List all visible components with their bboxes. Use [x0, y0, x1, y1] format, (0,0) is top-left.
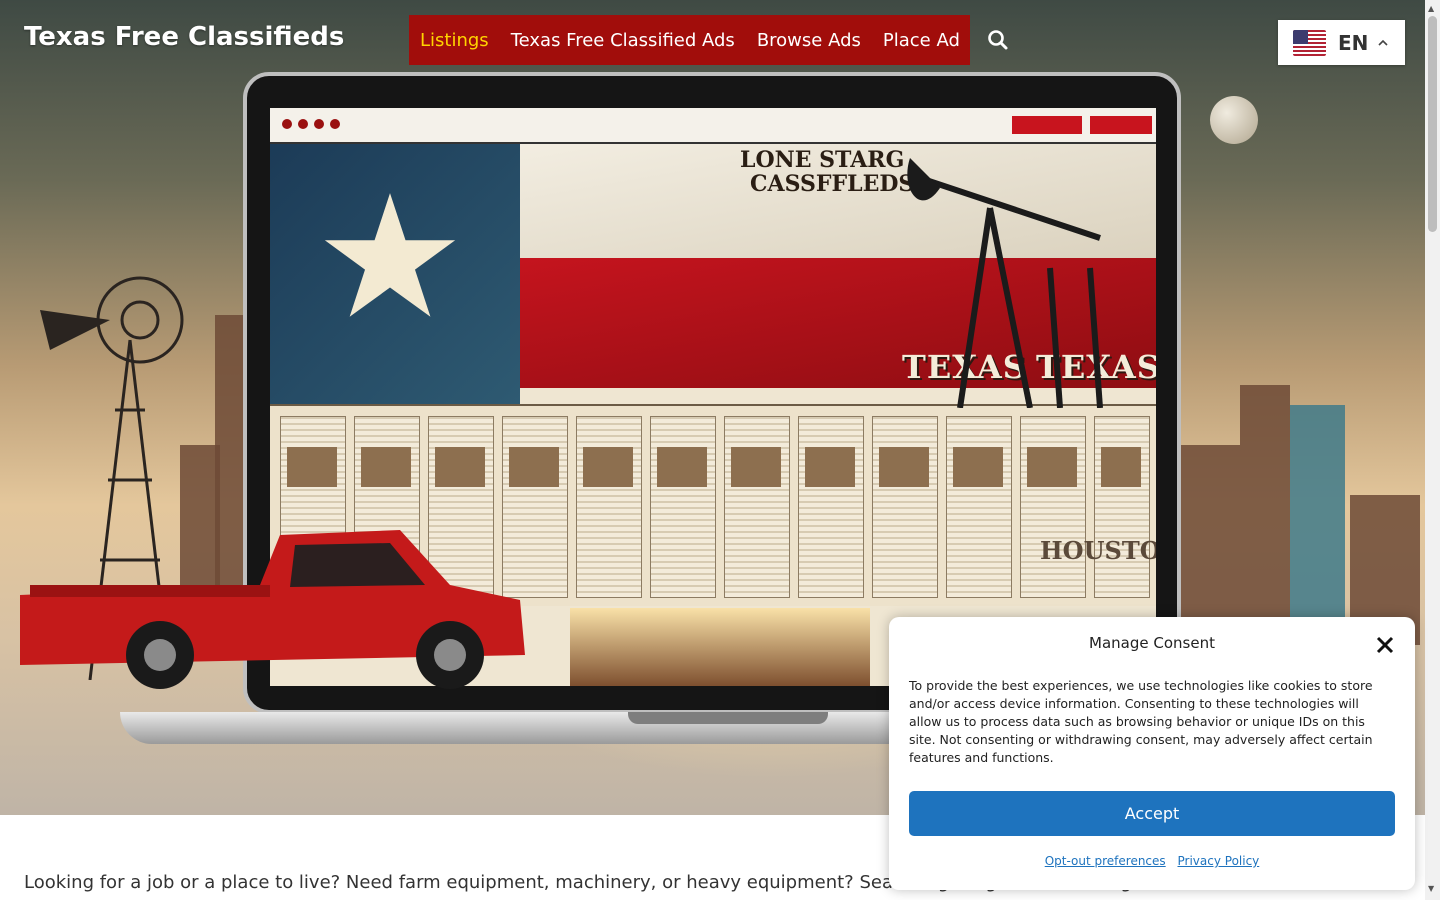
moon-graphic [1210, 96, 1258, 144]
nav-item-listings[interactable]: Listings [420, 30, 489, 51]
scrollbar-thumb[interactable] [1428, 16, 1437, 232]
screen-headline: LONE STARG CASSFFLEDS [740, 147, 915, 197]
pickup-truck-graphic [20, 530, 525, 689]
oil-pump-icon [907, 158, 1103, 408]
language-switcher[interactable]: EN [1278, 20, 1405, 65]
close-icon[interactable] [1375, 635, 1395, 655]
site-title[interactable]: Texas Free Classifieds [24, 22, 344, 52]
consent-message: To provide the best experiences, we use … [909, 678, 1373, 765]
search-icon[interactable] [985, 27, 1011, 53]
screen-city-label: HOUSTON [1040, 536, 1156, 565]
road-graphic [570, 608, 870, 686]
scroll-up-arrow-icon[interactable]: ▲ [1428, 4, 1434, 13]
privacy-policy-link[interactable]: Privacy Policy [1178, 854, 1260, 868]
consent-links: Opt-out preferences Privacy Policy [889, 854, 1415, 868]
consent-title: Manage Consent [1089, 634, 1215, 652]
screen-browser-bar [270, 108, 1156, 144]
main-nav: Listings Texas Free Classified Ads Brows… [409, 15, 970, 65]
consent-dialog: Manage Consent To provide the best exper… [889, 617, 1415, 890]
us-flag-icon [1293, 29, 1326, 56]
skyline-building [1240, 385, 1290, 645]
skyline-building [1290, 405, 1345, 645]
accept-button[interactable]: Accept [909, 791, 1395, 836]
nav-item-place-ad[interactable]: Place Ad [883, 30, 960, 51]
skyline-building [1180, 445, 1240, 645]
laptop-notch [628, 712, 828, 724]
nav-item-texas-free-classified-ads[interactable]: Texas Free Classified Ads [511, 30, 735, 51]
star-icon: ★ [313, 159, 467, 357]
chevron-up-icon [1378, 39, 1388, 46]
language-code: EN [1338, 30, 1369, 55]
scroll-down-arrow-icon[interactable]: ▼ [1428, 884, 1434, 893]
nav-item-browse-ads[interactable]: Browse Ads [757, 30, 861, 51]
opt-out-preferences-link[interactable]: Opt-out preferences [1045, 854, 1166, 868]
